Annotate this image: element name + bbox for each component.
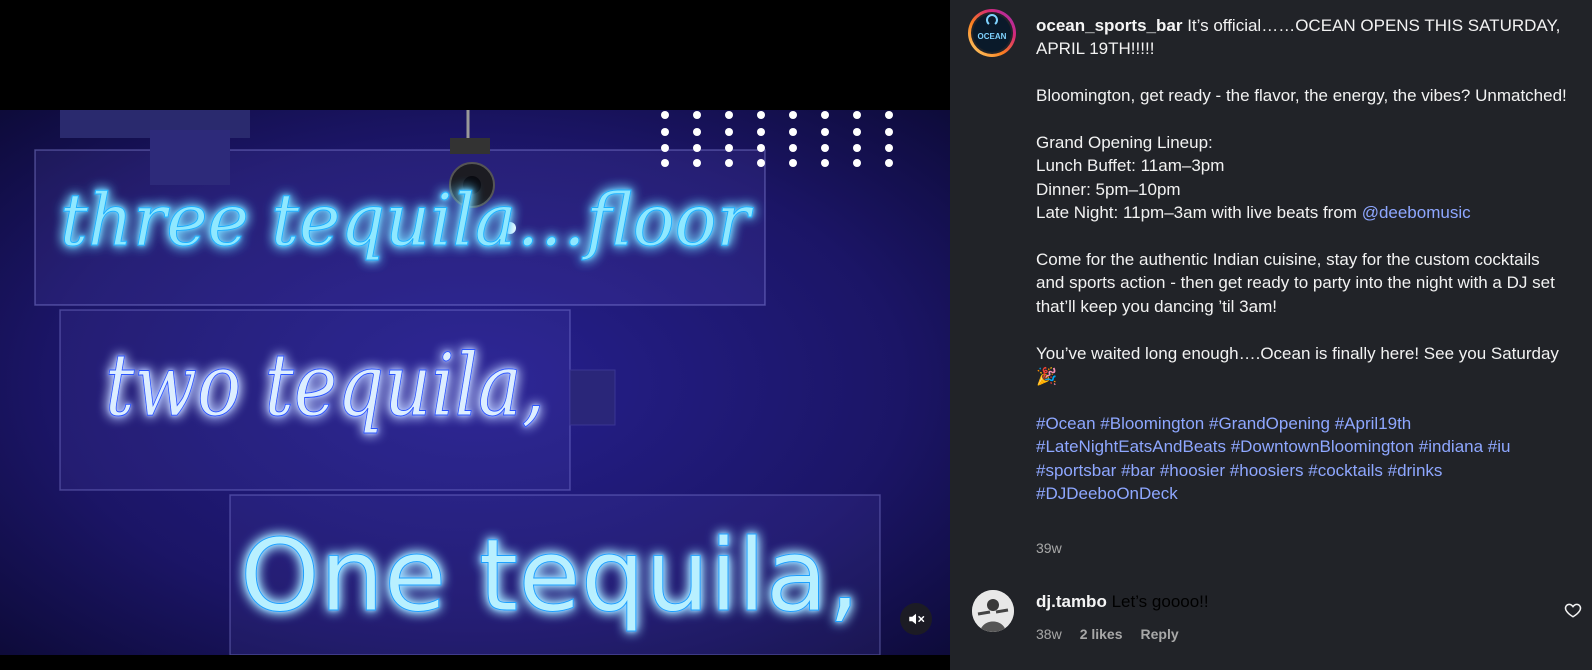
hashtag-link[interactable]: #LateNightEatsAndBeats [1036, 437, 1226, 456]
comment-likes[interactable]: 2 likes [1080, 626, 1123, 642]
neon-line-2: two tequila, [105, 336, 545, 436]
hashtag-link[interactable]: #Ocean [1036, 414, 1096, 433]
hashtag-link[interactable]: #indiana [1419, 437, 1483, 456]
hashtag-link[interactable]: #drinks [1388, 461, 1443, 480]
hashtag-link[interactable]: #GrandOpening [1209, 414, 1330, 433]
avatar[interactable]: OCEAN [967, 8, 1017, 58]
comment: dj.tambo Let’s goooo!! [1036, 592, 1209, 612]
hashtag-link[interactable]: #hoosier [1160, 461, 1225, 480]
hashtag-link[interactable]: #hoosiers [1230, 461, 1304, 480]
comment-timestamp[interactable]: 38w [1036, 626, 1062, 642]
neon-line-1: three tequila…floor [60, 178, 753, 262]
post-caption: ocean_sports_bar It’s official……OCEAN OP… [1036, 14, 1572, 511]
caption-paragraph-1: Bloomington, get ready - the flavor, the… [1036, 86, 1567, 106]
speaker-muted-icon [909, 613, 925, 625]
comment-username[interactable]: dj.tambo [1036, 592, 1107, 611]
lineup-line-1: Lunch Buffet: 11am–3pm [1036, 156, 1225, 176]
hashtag-list: #Ocean #Bloomington #GrandOpening #April… [1036, 412, 1572, 506]
mute-button[interactable] [900, 603, 932, 635]
comment-meta: 38w 2 likes Reply [1036, 626, 1179, 642]
caption-paragraph-4: You’ve waited long enough….Ocean is fina… [1036, 343, 1559, 387]
post-timestamp[interactable]: 39w [1036, 540, 1062, 556]
post-username[interactable]: ocean_sports_bar [1036, 16, 1182, 35]
mention-link[interactable]: @deebomusic [1362, 203, 1471, 222]
commenter-avatar[interactable] [972, 590, 1014, 632]
neon-line-3: One tequila, [240, 517, 860, 634]
hashtag-link[interactable]: #Bloomington [1100, 414, 1204, 433]
heart-icon[interactable] [1564, 601, 1582, 619]
caption-paragraph-3: Come for the authentic Indian cuisine, s… [1036, 250, 1555, 316]
avatar-logo-text: OCEAN [978, 32, 1007, 41]
hashtag-link[interactable]: #bar [1121, 461, 1155, 480]
neon-sign-photo: three tequila…floor two tequila, One teq… [0, 110, 950, 655]
comment-text: Let’s goooo!! [1111, 592, 1209, 611]
lineup-line-2: Dinner: 5pm–10pm [1036, 179, 1181, 199]
lineup-block: Grand Opening Lineup: Lunch Buffet: 11am… [1036, 131, 1572, 225]
person-photo-icon [972, 590, 1014, 632]
hashtag-link[interactable]: #sportsbar [1036, 461, 1116, 480]
hashtag-link[interactable]: #cocktails [1308, 461, 1383, 480]
post-media[interactable]: three tequila…floor two tequila, One teq… [0, 0, 950, 670]
hashtag-link[interactable]: #iu [1488, 437, 1511, 456]
hashtag-link[interactable]: #DowntownBloomington [1231, 437, 1414, 456]
lineup-title: Grand Opening Lineup: [1036, 133, 1213, 152]
reply-button[interactable]: Reply [1141, 626, 1179, 642]
lineup-line-3: Late Night: 11pm–3am with live beats fro… [1036, 203, 1362, 223]
hashtag-link[interactable]: #DJDeeboOnDeck [1036, 484, 1178, 503]
hashtag-link[interactable]: #April19th [1335, 414, 1412, 433]
